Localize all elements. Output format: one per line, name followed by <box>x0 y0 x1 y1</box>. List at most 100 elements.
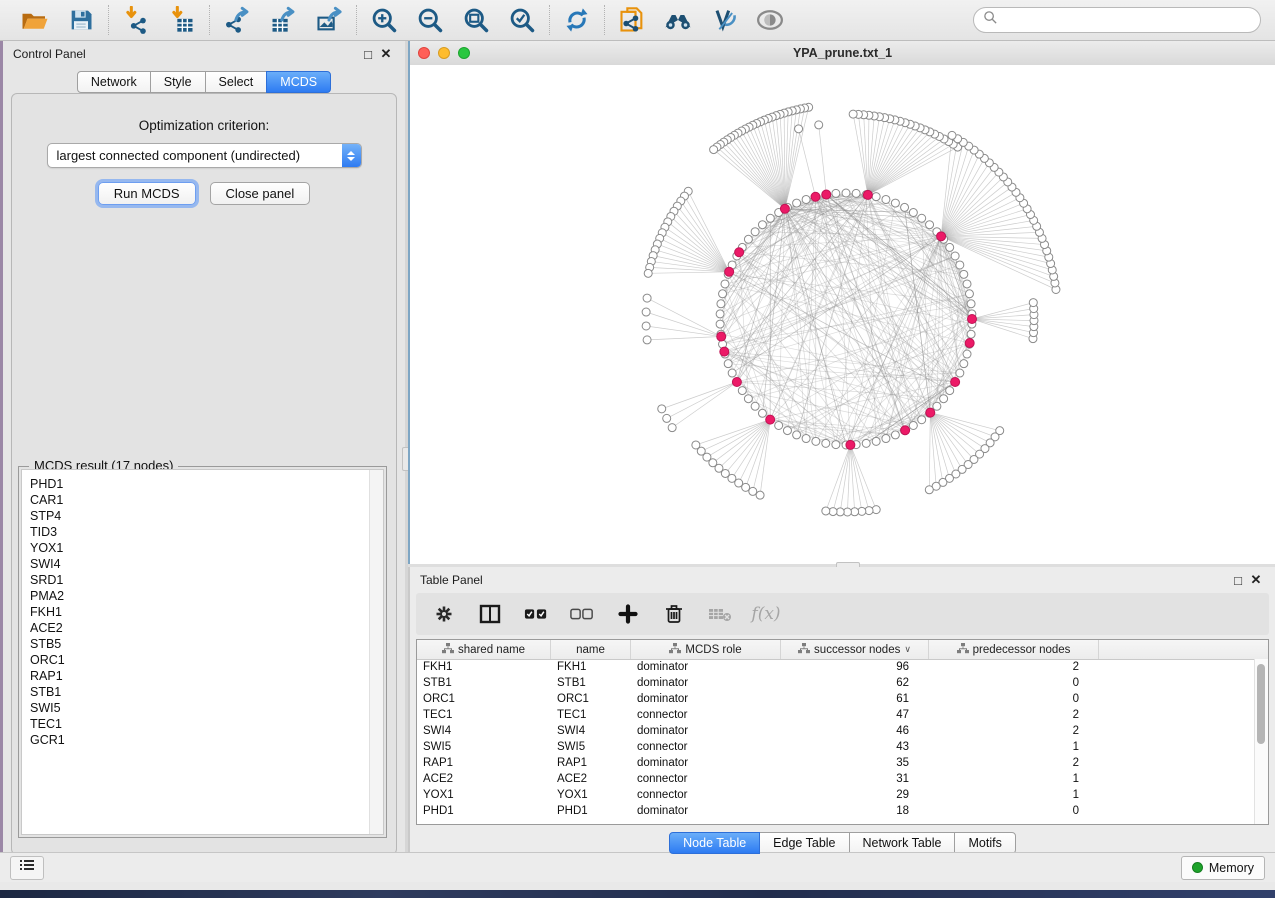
network-window-titlebar[interactable]: YPA_prune.txt_1 <box>410 41 1275 66</box>
column-header-MCDS-role[interactable]: MCDS role <box>631 640 781 659</box>
tab-motifs[interactable]: Motifs <box>954 832 1015 854</box>
cell-predecessor-nodes: 2 <box>929 756 1099 772</box>
result-node-item[interactable]: STB5 <box>30 636 375 652</box>
cell-shared-name: YOX1 <box>417 788 551 804</box>
search-field[interactable] <box>973 7 1261 33</box>
table-row[interactable]: SWI5SWI5connector431 <box>417 740 1268 756</box>
add-row-icon[interactable] <box>616 602 640 626</box>
table-row[interactable]: FKH1FKH1dominator962 <box>417 660 1268 676</box>
control-panel-tabs: NetworkStyleSelectMCDS <box>3 71 405 93</box>
result-node-item[interactable]: STB1 <box>30 684 375 700</box>
result-node-item[interactable]: PHD1 <box>30 476 375 492</box>
float-panel-icon[interactable]: □ <box>359 47 377 62</box>
column-header-predecessor-nodes[interactable]: predecessor nodes <box>929 640 1099 659</box>
network-graph[interactable] <box>410 65 1275 562</box>
zoom-fit-icon[interactable] <box>461 5 491 35</box>
column-header-shared-name[interactable]: shared name <box>417 640 551 659</box>
vizmapper-icon[interactable] <box>709 5 739 35</box>
table-row[interactable]: STB1STB1dominator620 <box>417 676 1268 692</box>
cell-predecessor-nodes: 2 <box>929 708 1099 724</box>
zoom-out-icon[interactable] <box>415 5 445 35</box>
optimization-criterion-select[interactable]: largest connected component (undirected) <box>47 143 362 168</box>
table-row[interactable]: PHD1PHD1dominator180 <box>417 804 1268 820</box>
function-builder-icon: f(x) <box>754 602 778 626</box>
close-panel-button[interactable]: Close panel <box>210 182 311 205</box>
tab-network[interactable]: Network <box>77 71 151 93</box>
table-row[interactable]: ACE2ACE2connector311 <box>417 772 1268 788</box>
search-input[interactable] <box>1004 12 1251 28</box>
tab-mcds[interactable]: MCDS <box>266 71 331 93</box>
result-node-item[interactable]: STP4 <box>30 508 375 524</box>
cell-MCDS-role: connector <box>631 740 781 756</box>
deselect-all-icon[interactable] <box>570 602 594 626</box>
result-node-item[interactable]: GCR1 <box>30 732 375 748</box>
table-panel-title: Table Panel <box>420 573 483 587</box>
result-node-item[interactable]: TID3 <box>30 524 375 540</box>
result-node-item[interactable]: FKH1 <box>30 604 375 620</box>
columns-icon[interactable] <box>478 602 502 626</box>
table-row[interactable]: YOX1YOX1connector291 <box>417 788 1268 804</box>
result-node-item[interactable]: TEC1 <box>30 716 375 732</box>
result-node-item[interactable]: RAP1 <box>30 668 375 684</box>
show-graphics-icon[interactable] <box>755 5 785 35</box>
export-image-icon[interactable] <box>314 5 344 35</box>
cell-MCDS-role: connector <box>631 788 781 804</box>
cell-successor-nodes: 29 <box>781 788 929 804</box>
close-panel-icon[interactable]: ✕ <box>377 46 395 62</box>
task-history-button[interactable] <box>10 856 44 880</box>
float-panel-icon[interactable]: □ <box>1229 573 1247 588</box>
result-node-item[interactable]: YOX1 <box>30 540 375 556</box>
result-node-item[interactable]: SRD1 <box>30 572 375 588</box>
import-table-icon[interactable] <box>167 5 197 35</box>
settings-gear-icon[interactable] <box>432 602 456 626</box>
column-header-successor-nodes[interactable]: successor nodes∨ <box>781 640 929 659</box>
save-icon[interactable] <box>66 5 96 35</box>
table-scrollbar[interactable] <box>1254 659 1268 824</box>
result-node-item[interactable]: ACE2 <box>30 620 375 636</box>
table-tabs: Node TableEdge TableNetwork TableMotifs <box>410 832 1275 854</box>
tab-style[interactable]: Style <box>150 71 206 93</box>
table-row[interactable]: RAP1RAP1dominator352 <box>417 756 1268 772</box>
memory-button[interactable]: Memory <box>1181 856 1265 880</box>
refresh-icon[interactable] <box>562 5 592 35</box>
tab-node-table[interactable]: Node Table <box>669 832 760 854</box>
close-panel-icon[interactable]: ✕ <box>1247 572 1265 588</box>
result-node-item[interactable]: PMA2 <box>30 588 375 604</box>
result-node-item[interactable]: ORC1 <box>30 652 375 668</box>
zoom-in-icon[interactable] <box>369 5 399 35</box>
delete-row-icon[interactable] <box>662 602 686 626</box>
table-row[interactable]: ORC1ORC1dominator610 <box>417 692 1268 708</box>
zoom-selected-icon[interactable] <box>507 5 537 35</box>
toolbar-group <box>369 5 537 35</box>
toolbar-separator <box>108 5 109 35</box>
tab-select[interactable]: Select <box>205 71 268 93</box>
result-node-item[interactable]: CAR1 <box>30 492 375 508</box>
share-document-icon[interactable] <box>617 5 647 35</box>
tab-network-table[interactable]: Network Table <box>849 832 956 854</box>
control-panel: Control Panel □ ✕ NetworkStyleSelectMCDS… <box>3 41 405 861</box>
open-file-icon[interactable] <box>20 5 50 35</box>
column-header-name[interactable]: name <box>551 640 631 659</box>
table-row[interactable]: SWI4SWI4dominator462 <box>417 724 1268 740</box>
application-window: Control Panel □ ✕ NetworkStyleSelectMCDS… <box>0 0 1275 890</box>
cell-MCDS-role: connector <box>631 772 781 788</box>
result-node-item[interactable]: SWI5 <box>30 700 375 716</box>
network-canvas[interactable] <box>410 65 1275 564</box>
table-body: FKH1FKH1dominator962STB1STB1dominator620… <box>417 660 1268 820</box>
network-view-window: YPA_prune.txt_1 <box>408 41 1275 564</box>
import-network-icon[interactable] <box>121 5 151 35</box>
cell-predecessor-nodes: 0 <box>929 692 1099 708</box>
export-network-icon[interactable] <box>222 5 252 35</box>
export-table-icon[interactable] <box>268 5 298 35</box>
scrollbar-thumb[interactable] <box>1257 664 1265 744</box>
run-mcds-button[interactable]: Run MCDS <box>98 182 196 205</box>
tab-edge-table[interactable]: Edge Table <box>759 832 849 854</box>
mcds-result-list[interactable]: PHD1CAR1STP4TID3YOX1SWI4SRD1PMA2FKH1ACE2… <box>21 469 384 835</box>
cell-name: TEC1 <box>551 708 631 724</box>
result-node-item[interactable]: SWI4 <box>30 556 375 572</box>
search-network-icon[interactable] <box>663 5 693 35</box>
cell-name: SWI5 <box>551 740 631 756</box>
table-row[interactable]: TEC1TEC1connector472 <box>417 708 1268 724</box>
result-scrollbar[interactable] <box>369 470 383 834</box>
select-all-icon[interactable] <box>524 602 548 626</box>
